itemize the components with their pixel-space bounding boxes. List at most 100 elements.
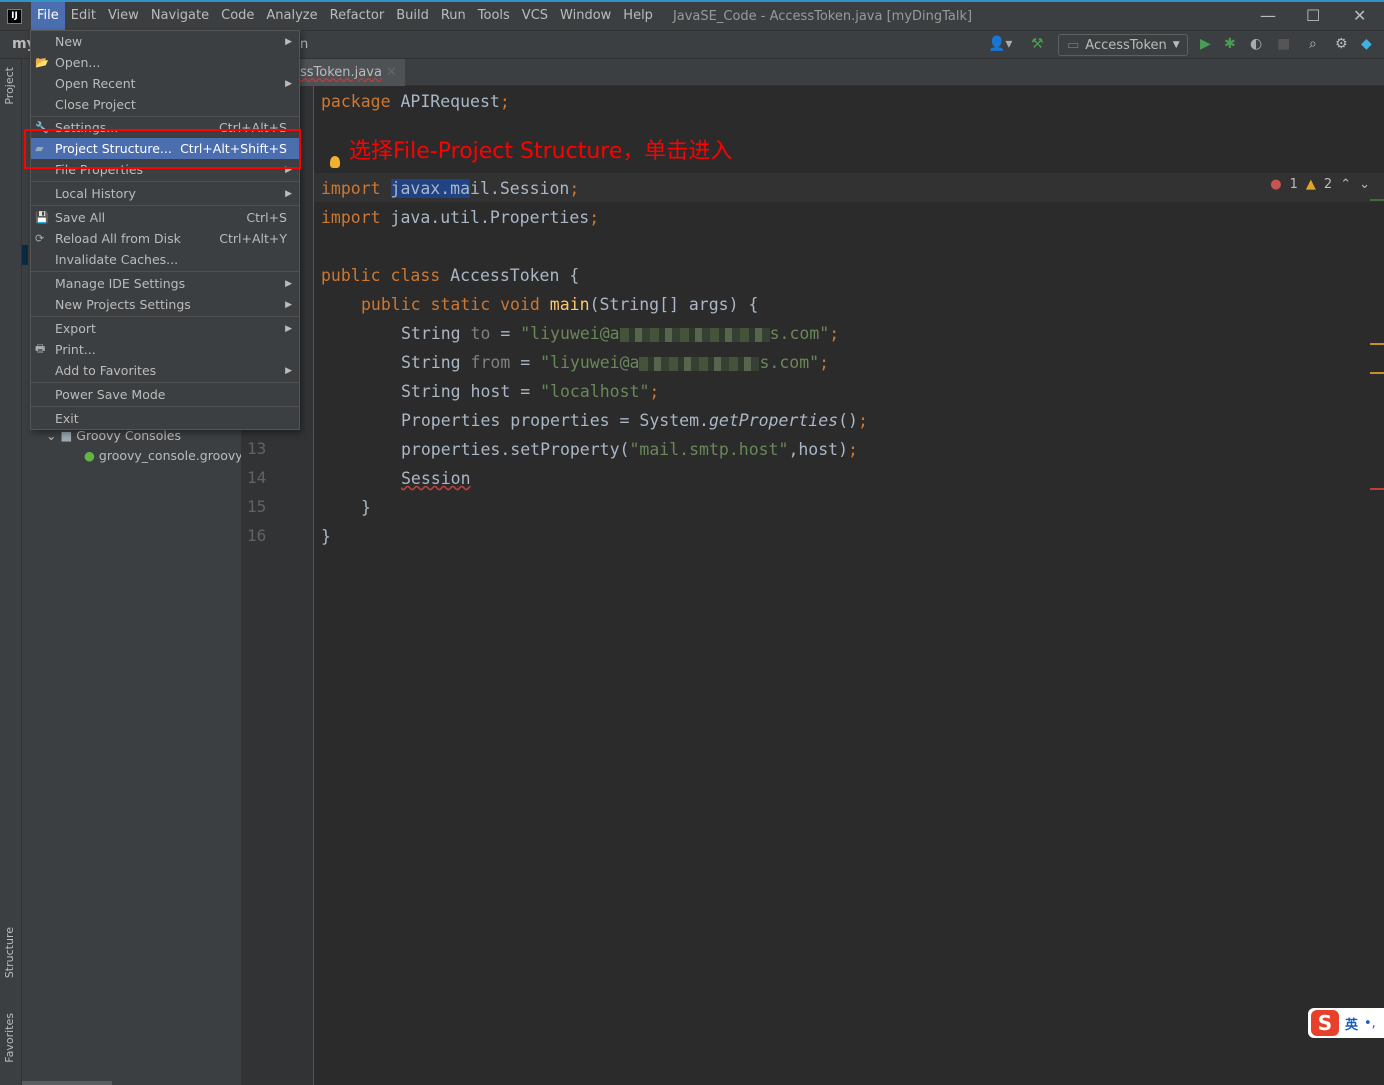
menu-item-add-to-favorites[interactable]: Add to Favorites ▶ bbox=[31, 360, 299, 381]
menu-item-open[interactable]: 📂 Open... bbox=[31, 52, 299, 73]
maximize-button[interactable]: ☐ bbox=[1306, 6, 1320, 25]
line-number: 14 bbox=[247, 468, 267, 487]
menu-item-exit[interactable]: Exit bbox=[31, 408, 299, 429]
tree-item-groovy-file[interactable]: ● groovy_console.groovy bbox=[84, 448, 243, 463]
menu-edit[interactable]: Edit bbox=[65, 2, 102, 30]
plugin-logo-icon[interactable]: ◆ bbox=[1361, 36, 1372, 52]
warning-count: 2 bbox=[1323, 177, 1333, 192]
menu-navigate[interactable]: Navigate bbox=[145, 2, 215, 30]
structure-tool-tab[interactable]: Structure bbox=[3, 927, 16, 978]
menu-refactor[interactable]: Refactor bbox=[324, 2, 391, 30]
inspection-widget[interactable]: ● 1 ▲ 2 ⌃ ⌄ bbox=[1270, 177, 1370, 192]
file-menu-dropdown: New ▶ 📂 Open... Open Recent ▶ Close Project… bbox=[30, 30, 300, 430]
menu-item-power-save[interactable]: Power Save Mode bbox=[31, 384, 299, 405]
print-icon: 🖶 bbox=[35, 342, 46, 355]
line-number: 16 bbox=[247, 526, 267, 545]
scroll-marker-warning bbox=[1370, 343, 1384, 345]
menu-separator bbox=[31, 205, 299, 206]
sogou-logo-icon: S bbox=[1311, 1010, 1339, 1036]
debug-bug-icon[interactable]: ✱ bbox=[1224, 36, 1236, 52]
submenu-arrow-icon: ▶ bbox=[285, 365, 292, 376]
editor-tab-bar bbox=[241, 59, 1384, 86]
submenu-arrow-icon: ▶ bbox=[285, 299, 292, 310]
menu-code[interactable]: Code bbox=[215, 2, 260, 30]
project-tool-tab[interactable]: Project bbox=[3, 67, 16, 105]
menu-separator bbox=[31, 316, 299, 317]
tree-item-groovy-consoles[interactable]: ⌄ ■ Groovy Consoles bbox=[46, 428, 181, 443]
error-icon: ● bbox=[1270, 177, 1282, 192]
menu-item-new[interactable]: New ▶ bbox=[31, 31, 299, 52]
menu-item-manage-ide-settings[interactable]: Manage IDE Settings ▶ bbox=[31, 273, 299, 294]
selected-row-marker bbox=[22, 245, 28, 265]
window-icon: ▭ bbox=[1067, 37, 1080, 53]
ime-punctuation[interactable]: •, bbox=[1364, 1016, 1376, 1031]
menu-item-print[interactable]: 🖶 Print... bbox=[31, 339, 299, 360]
code-line: } bbox=[361, 498, 371, 517]
breadcrumb-tail[interactable]: n bbox=[300, 37, 308, 52]
groovy-file-icon: ● bbox=[84, 448, 95, 463]
horizontal-scrollbar[interactable] bbox=[22, 1081, 112, 1085]
menu-item-reload[interactable]: ⟳ Reload All from Disk Ctrl+Alt+Y bbox=[31, 228, 299, 249]
code-line: } bbox=[321, 527, 331, 546]
menu-item-export[interactable]: Export ▶ bbox=[31, 318, 299, 339]
run-configuration-select[interactable]: ▭ AccessToken ▼ bbox=[1058, 34, 1188, 56]
chevron-up-icon[interactable]: ⌃ bbox=[1340, 177, 1351, 192]
run-config-label: AccessToken bbox=[1085, 37, 1167, 53]
line-number: 15 bbox=[247, 497, 267, 516]
code-line: import java.util.Properties; bbox=[321, 208, 600, 227]
menu-item-open-recent[interactable]: Open Recent ▶ bbox=[31, 73, 299, 94]
coverage-icon[interactable]: ◐ bbox=[1250, 36, 1262, 52]
run-icon[interactable]: ▶ bbox=[1200, 36, 1211, 52]
favorites-tool-tab[interactable]: Favorites bbox=[3, 1013, 16, 1063]
folder-open-icon: 📂 bbox=[35, 56, 49, 69]
submenu-arrow-icon: ▶ bbox=[285, 278, 292, 289]
editor-tab-accesstoken[interactable]: ssToken.java ✕ bbox=[300, 59, 405, 86]
chevron-down-icon: ▼ bbox=[1172, 40, 1180, 50]
stop-icon[interactable]: ■ bbox=[1277, 36, 1290, 52]
menu-bar: IJ File Edit View Navigate Code Analyze … bbox=[0, 2, 1384, 30]
menu-item-new-projects-settings[interactable]: New Projects Settings ▶ bbox=[31, 294, 299, 315]
submenu-arrow-icon: ▶ bbox=[285, 323, 292, 334]
pixelated-redaction bbox=[639, 356, 760, 371]
menu-vcs[interactable]: VCS bbox=[516, 2, 554, 30]
menu-view[interactable]: View bbox=[102, 2, 145, 30]
menu-item-invalidate-caches[interactable]: Invalidate Caches... bbox=[31, 249, 299, 270]
code-line: Session bbox=[401, 469, 471, 488]
close-window-button[interactable]: ✕ bbox=[1353, 6, 1366, 25]
close-tab-icon[interactable]: ✕ bbox=[386, 65, 397, 80]
code-line: import javax.mail.Session; bbox=[321, 179, 580, 198]
menu-build[interactable]: Build bbox=[390, 2, 435, 30]
chevron-down-icon[interactable]: ⌄ bbox=[1359, 177, 1370, 192]
code-line: public static void main(String[] args) { bbox=[361, 295, 759, 314]
ime-language[interactable]: 英 bbox=[1345, 1014, 1358, 1033]
menu-tools[interactable]: Tools bbox=[472, 2, 516, 30]
submenu-arrow-icon: ▶ bbox=[285, 36, 292, 47]
menu-analyze[interactable]: Analyze bbox=[260, 2, 323, 30]
menu-item-close-project[interactable]: Close Project bbox=[31, 94, 299, 115]
scroll-marker-error bbox=[1370, 488, 1384, 490]
build-hammer-icon[interactable]: ⚒ bbox=[1031, 36, 1044, 52]
user-icon[interactable]: 👤▾ bbox=[988, 36, 1012, 52]
menu-file[interactable]: File bbox=[31, 2, 65, 30]
lightbulb-icon[interactable] bbox=[330, 156, 340, 168]
menu-run[interactable]: Run bbox=[435, 2, 472, 30]
search-icon[interactable]: ⌕ bbox=[1309, 36, 1317, 52]
minimize-button[interactable]: — bbox=[1260, 6, 1276, 25]
code-line: String from = "liyuwei@a s.com"; bbox=[401, 353, 829, 372]
menu-separator bbox=[31, 181, 299, 182]
error-count: 1 bbox=[1289, 177, 1298, 192]
folder-icon: ■ bbox=[60, 428, 73, 443]
pixelated-redaction bbox=[619, 327, 770, 342]
submenu-arrow-icon: ▶ bbox=[285, 188, 292, 199]
ime-toolbar[interactable]: S 英 •, bbox=[1308, 1008, 1384, 1038]
menu-separator bbox=[31, 406, 299, 407]
window-title: JavaSE_Code - AccessToken.java [myDingTa… bbox=[672, 8, 973, 24]
menu-help[interactable]: Help bbox=[617, 2, 659, 30]
menu-window[interactable]: Window bbox=[554, 2, 617, 30]
code-line: package APIRequest; bbox=[321, 92, 510, 111]
gear-icon[interactable]: ⚙ bbox=[1335, 36, 1348, 52]
code-editor[interactable]: package APIRequest; import javax.mail.Se… bbox=[314, 86, 1384, 1085]
code-line: Properties properties = System.getProper… bbox=[401, 411, 868, 430]
menu-item-local-history[interactable]: Local History ▶ bbox=[31, 183, 299, 204]
menu-item-save-all[interactable]: 💾 Save All Ctrl+S bbox=[31, 207, 299, 228]
